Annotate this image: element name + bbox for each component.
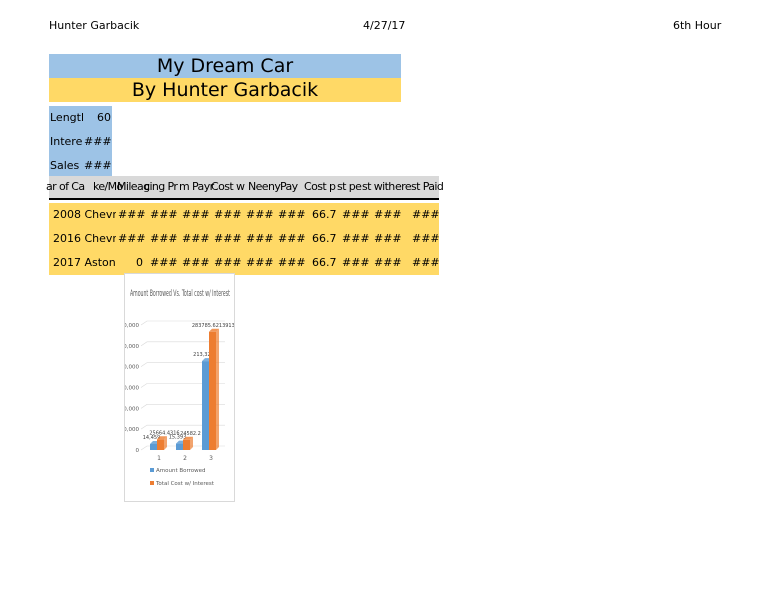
legend-label: Amount Borrowed <box>156 468 206 474</box>
table-cell: 66.7 <box>312 208 337 221</box>
table-cell: ### <box>150 256 178 269</box>
bar-side <box>216 328 219 450</box>
y-tick-label: 300,000 <box>125 323 139 329</box>
legend-swatch <box>150 468 154 472</box>
table-header-cell: Pay <box>280 180 298 193</box>
legend-label: Total Cost w/ Interest <box>155 481 215 487</box>
table-cell: ### <box>246 208 274 221</box>
x-tick-label: 3 <box>209 455 213 462</box>
table-header-cell: Cost w <box>211 180 245 193</box>
interest-cell[interactable]: Interest ### <box>49 130 112 154</box>
table-cell: ### <box>342 256 370 269</box>
table-cell: 66.7 <box>312 256 337 269</box>
page-subtitle: By Hunter Garbacik <box>49 78 401 102</box>
table-cell: 66.7 <box>312 232 337 245</box>
bar <box>202 361 209 450</box>
table-cell: ### <box>246 232 274 245</box>
interest-label: Interest <box>50 135 83 148</box>
x-tick-label: 2 <box>183 455 187 462</box>
student-name: Hunter Garbacik <box>49 19 140 32</box>
table-cell: ### <box>214 256 242 269</box>
legend-swatch <box>150 481 154 485</box>
table-cell: ### <box>412 208 440 221</box>
table-cell: ### <box>374 208 402 221</box>
table-cell: ### <box>214 208 242 221</box>
table-row[interactable]: 2017 Aston 0 ### ### ### ### ### 66.7 ##… <box>49 251 440 275</box>
table-cell: ### <box>118 232 146 245</box>
table-header-cell: st pe <box>337 180 362 193</box>
y-tick-label: 150,000 <box>125 386 139 392</box>
x-tick-label: 1 <box>157 455 161 462</box>
table-cell: ### <box>278 208 306 221</box>
bar <box>209 331 216 450</box>
table-cell: ### <box>182 256 210 269</box>
table-header-cell: Neeny <box>248 180 281 193</box>
table-header-cell: erest Paid <box>395 180 444 193</box>
table-header-cell: ar of Ca <box>46 180 85 193</box>
y-tick-label: 0 <box>136 448 140 454</box>
table-header-cell: cing Pr <box>144 180 178 193</box>
length-value: 60 <box>97 111 111 124</box>
chart-title: Amount Borrowed Vs. Total cost w/ Intere… <box>130 289 230 299</box>
table-header-cell: st with <box>362 180 395 193</box>
table-row[interactable]: 2008 Chevr ### ### ### ### ### ### 66.7 … <box>49 203 440 227</box>
y-tick-label: 50,000 <box>125 427 139 433</box>
chart-canvas: Amount Borrowed Vs. Total cost w/ Intere… <box>116 289 241 487</box>
table-header-cell: Cost p <box>304 180 336 193</box>
date: 4/27/17 <box>363 19 406 32</box>
table-cell: 2008 Chevr <box>53 208 116 221</box>
table-cell: 2016 Chevr <box>53 232 116 245</box>
y-tick-label: 250,000 <box>125 344 139 350</box>
table-row[interactable]: 2016 Chevr ### ### ### ### ### ### 66.7 … <box>49 227 440 251</box>
data-label: 283785.621391376 <box>192 323 234 329</box>
length-label: Length <box>50 111 83 124</box>
bar-chart[interactable]: Amount Borrowed Vs. Total cost w/ Intere… <box>116 273 241 502</box>
bar <box>183 439 190 450</box>
table-cell: ### <box>412 232 440 245</box>
table-cell: ### <box>214 232 242 245</box>
table-cell: ### <box>118 208 146 221</box>
bar <box>157 439 164 450</box>
table-cell: ### <box>150 208 178 221</box>
y-tick-label: 100,000 <box>125 406 139 412</box>
table-cell: ### <box>342 208 370 221</box>
sales-cell[interactable]: Sales ### <box>49 154 112 178</box>
table-cell: 0 <box>136 256 143 269</box>
y-tick-label: 200,000 <box>125 365 139 371</box>
table-cell: ### <box>412 256 440 269</box>
table-header-cell: m Payr <box>179 180 214 193</box>
class-period: 6th Hour <box>673 19 722 32</box>
interest-value: ### <box>84 135 112 148</box>
page-title: My Dream Car <box>49 54 401 78</box>
sales-value: ### <box>84 159 112 172</box>
table-cell: ### <box>374 256 402 269</box>
length-cell[interactable]: Length 60 <box>49 106 112 130</box>
table-cell: ### <box>342 232 370 245</box>
table-cell: ### <box>182 232 210 245</box>
table-cell: ### <box>278 256 306 269</box>
table-cell: 2017 Aston <box>53 256 116 269</box>
table-header: ar of Ca ke/Mo Mileag cing Pr m Payr Cos… <box>46 176 444 200</box>
bar <box>176 443 183 450</box>
data-label: 24582.2 <box>180 431 201 437</box>
table-cell: ### <box>246 256 274 269</box>
table-cell: ### <box>278 232 306 245</box>
bar <box>150 443 157 450</box>
table-cell: ### <box>150 232 178 245</box>
sales-label: Sales <box>50 159 80 172</box>
table-cell: ### <box>182 208 210 221</box>
table-cell: ### <box>374 232 402 245</box>
